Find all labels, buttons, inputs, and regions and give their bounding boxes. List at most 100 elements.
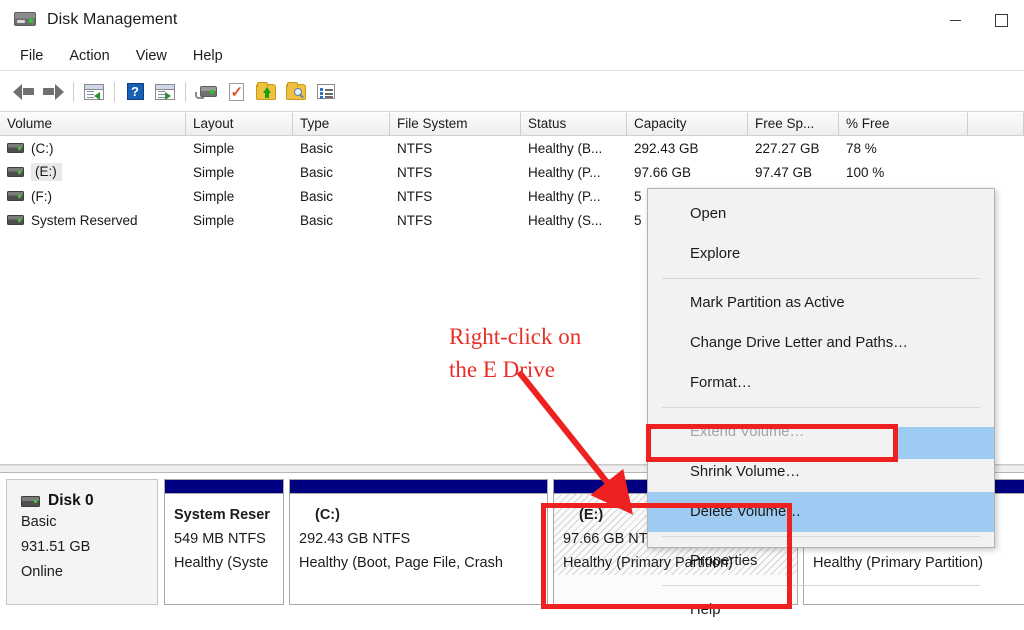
menu-action[interactable]: Action	[58, 45, 120, 67]
cell-status: Healthy (S...	[528, 212, 603, 228]
help-icon[interactable]: ?	[120, 77, 150, 107]
column-header-blank[interactable]	[968, 112, 1024, 136]
cell-status: Healthy (P...	[528, 188, 601, 204]
cell-file-system: NTFS	[397, 164, 433, 180]
column-header-file-system[interactable]: File System	[390, 112, 521, 136]
disk-title: Disk 0	[21, 492, 157, 510]
toolbar: ?	[0, 72, 1024, 112]
cell-volume: (C:)	[0, 141, 186, 156]
folder-up-icon[interactable]	[251, 77, 281, 107]
window-title: Disk Management	[47, 11, 178, 28]
cell-status: Healthy (P...	[528, 164, 601, 180]
toolbar-separator	[73, 81, 74, 102]
forward-arrow-icon[interactable]	[38, 77, 68, 107]
menu-file[interactable]: File	[9, 45, 54, 67]
menu-help[interactable]: Help	[182, 45, 234, 67]
disk-icon	[21, 495, 40, 507]
toolbar-separator	[185, 81, 186, 102]
partition-status: Healthy (Boot, Page File, Crash	[299, 555, 503, 571]
partition-size: 292.43 GB NTFS	[299, 531, 411, 547]
column-header-type[interactable]: Type	[293, 112, 390, 136]
cell-layout: Simple	[193, 164, 235, 180]
list-view-icon[interactable]	[311, 77, 341, 107]
column-header-volume[interactable]: Volume	[0, 112, 186, 136]
column-header-layout[interactable]: Layout	[186, 112, 293, 136]
delete-volume-highlight-extension	[893, 427, 994, 459]
disk-size: 931.51 GB	[21, 539, 91, 555]
menu-item-mark-partition-as-active[interactable]: Mark Partition as Active	[648, 283, 994, 323]
cell-free-space: 227.27 GB	[755, 140, 820, 156]
partition-system-reserved[interactable]: System Reser 549 MB NTFS Healthy (Syste	[164, 479, 284, 605]
properties-icon[interactable]	[221, 77, 251, 107]
back-arrow-icon[interactable]	[8, 77, 38, 107]
menu-item-explore[interactable]: Explore	[648, 234, 994, 274]
disk-type: Basic	[21, 514, 57, 530]
cell-type: Basic	[300, 164, 334, 180]
cell-type: Basic	[300, 140, 334, 156]
show-hide-console-tree-icon[interactable]	[79, 77, 109, 107]
cell-status: Healthy (B...	[528, 140, 603, 156]
selected-volume-label: (E:)	[31, 163, 62, 181]
partition-label: System Reser	[174, 507, 270, 523]
annotation-callout: Right-click on the E Drive	[449, 320, 581, 386]
drive-icon	[7, 167, 24, 177]
partition-c[interactable]: (C:) 292.43 GB NTFS Healthy (Boot, Page …	[289, 479, 548, 605]
title-bar: Disk Management	[0, 0, 1024, 41]
column-header-status[interactable]: Status	[521, 112, 627, 136]
rescan-disks-icon[interactable]	[191, 77, 221, 107]
annotation-line-2: the E Drive	[449, 357, 556, 382]
partition-size: 549 MB NTFS	[174, 531, 266, 547]
cell-capacity: 97.66 GB	[634, 164, 692, 180]
column-header-free-space[interactable]: Free Sp...	[748, 112, 839, 136]
disk-name: Disk 0	[48, 492, 94, 509]
cell-percent-free: 78 %	[846, 140, 877, 156]
table-row[interactable]: (E:) Simple Basic NTFS Healthy (P... 97.…	[0, 160, 1024, 184]
cell-type: Basic	[300, 188, 334, 204]
cell-file-system: NTFS	[397, 140, 433, 156]
cell-volume: (F:)	[0, 189, 186, 204]
partition-color-bar	[165, 480, 283, 494]
disk-management-window: Disk Management File Action View Help ?	[0, 0, 1024, 618]
volume-list-header: Volume Layout Type File System Status Ca…	[0, 112, 1024, 136]
cell-file-system: NTFS	[397, 212, 433, 228]
folder-search-icon[interactable]	[281, 77, 311, 107]
partition-label: (C:)	[315, 507, 340, 523]
minimize-button[interactable]	[932, 0, 978, 41]
annotation-box-delete-volume	[646, 424, 898, 462]
cell-layout: Simple	[193, 140, 235, 156]
partition-color-bar	[290, 480, 547, 494]
menu-item-change-drive-letter-and-paths[interactable]: Change Drive Letter and Paths…	[648, 323, 994, 363]
window-controls	[932, 0, 1024, 41]
cell-layout: Simple	[193, 188, 235, 204]
cell-free-space: 97.47 GB	[755, 164, 813, 180]
menu-item-format[interactable]: Format…	[648, 363, 994, 403]
cell-layout: Simple	[193, 212, 235, 228]
annotation-box-e-partition	[541, 503, 792, 609]
cell-volume: (E:)	[0, 163, 186, 181]
maximize-button[interactable]	[978, 0, 1024, 41]
column-header-percent-free[interactable]: % Free	[839, 112, 968, 136]
menu-bar: File Action View Help	[0, 41, 1024, 71]
context-menu: Open Explore Mark Partition as Active Ch…	[647, 188, 995, 618]
menu-separator	[662, 278, 980, 279]
annotation-line-1: Right-click on	[449, 324, 582, 349]
toolbar-separator	[114, 81, 115, 102]
cell-type: Basic	[300, 212, 334, 228]
cell-percent-free: 100 %	[846, 164, 885, 180]
menu-separator	[662, 407, 980, 408]
show-hide-action-pane-icon[interactable]	[150, 77, 180, 107]
partition-status: Healthy (Syste	[174, 555, 269, 571]
drive-icon	[7, 215, 24, 225]
cell-capacity: 292.43 GB	[634, 140, 699, 156]
drive-icon	[7, 191, 24, 201]
drive-icon	[7, 143, 24, 153]
table-row[interactable]: (C:) Simple Basic NTFS Healthy (B... 292…	[0, 136, 1024, 160]
menu-view[interactable]: View	[125, 45, 178, 67]
column-header-capacity[interactable]: Capacity	[627, 112, 748, 136]
disk-info-panel[interactable]: Disk 0 Basic 931.51 GB Online	[6, 479, 158, 605]
disk-state: Online	[21, 564, 63, 580]
cell-volume: System Reserved	[0, 213, 186, 228]
disk-drive-icon	[14, 12, 36, 28]
cell-file-system: NTFS	[397, 188, 433, 204]
menu-item-open[interactable]: Open	[648, 194, 994, 234]
